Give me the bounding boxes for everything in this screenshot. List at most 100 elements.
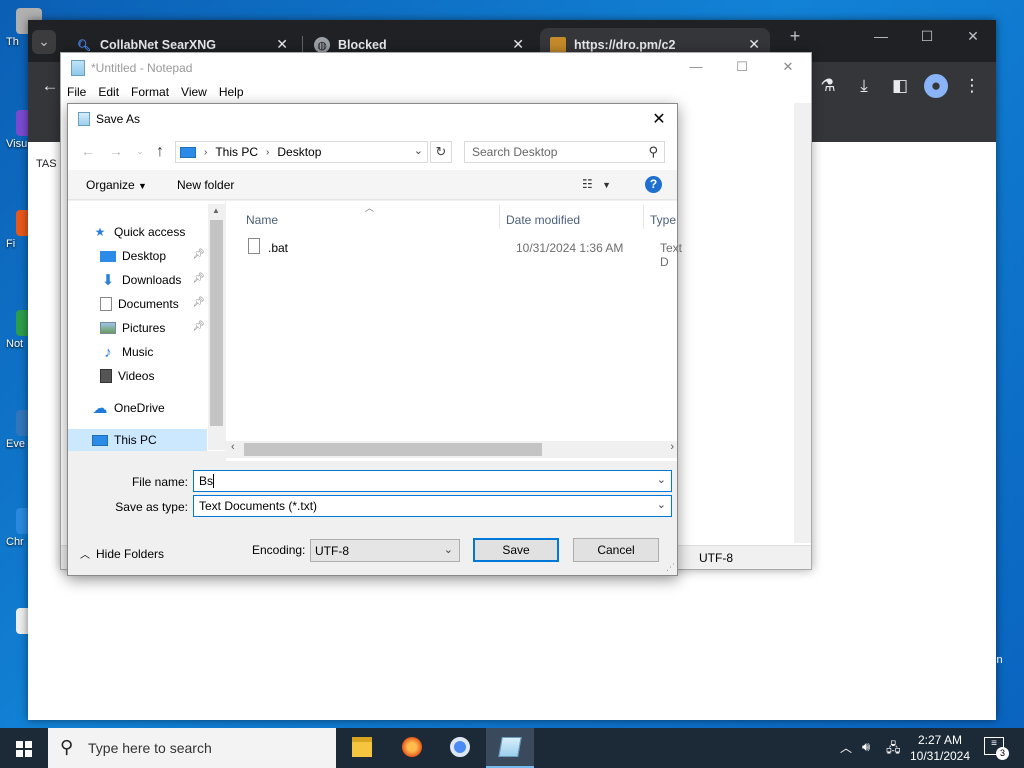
scroll-up-icon[interactable]: ▲: [212, 206, 220, 215]
chevron-down-icon[interactable]: ⌄: [657, 473, 666, 486]
sort-ascending-icon: ︿: [365, 203, 375, 213]
file-name-field[interactable]: Bs ⌄: [193, 470, 672, 492]
hide-folders-button[interactable]: ︿ Hide Folders: [80, 546, 164, 561]
chevron-down-icon: ▼: [602, 180, 612, 190]
dialog-titlebar: Save As ✕: [68, 104, 677, 134]
taskbar-file-explorer[interactable]: [338, 728, 386, 768]
text-file-icon: [248, 238, 260, 254]
column-type[interactable]: Type: [650, 213, 676, 227]
chevron-down-icon: ▼: [138, 181, 147, 191]
encoding-select[interactable]: UTF-8 ⌄: [310, 539, 460, 562]
details-view-icon: ☷: [582, 177, 593, 191]
profile-icon[interactable]: ●: [924, 74, 948, 98]
notification-count: 3: [996, 747, 1009, 760]
save-button[interactable]: Save: [473, 538, 559, 562]
notepad-icon: [498, 737, 522, 757]
close-button[interactable]: ✕: [950, 28, 996, 45]
horizontal-scrollbar[interactable]: ‹ ›: [226, 441, 677, 458]
nav-pictures[interactable]: Pictures 📌︎: [68, 317, 207, 339]
help-button[interactable]: ?: [645, 176, 662, 193]
recent-locations-icon[interactable]: ⌄: [130, 146, 150, 164]
save-as-dialog: Save As ✕ ← → ⌄ ↑ › This PC › Desktop ⌄ …: [67, 103, 682, 576]
column-divider[interactable]: [643, 205, 644, 229]
menu-view[interactable]: View: [181, 83, 213, 103]
new-folder-button[interactable]: New folder: [177, 178, 234, 192]
close-icon[interactable]: ✕: [649, 109, 669, 129]
nav-this-pc[interactable]: This PC: [68, 429, 207, 451]
pin-icon: 📌︎: [192, 273, 205, 284]
notification-center-icon[interactable]: ≡ 3: [984, 737, 1009, 760]
nav-onedrive[interactable]: ☁ OneDrive: [68, 397, 207, 419]
nav-music[interactable]: ♪ Music: [68, 341, 207, 363]
scroll-thumb[interactable]: [210, 220, 223, 426]
network-icon[interactable]: 🖧: [886, 739, 901, 761]
nav-documents[interactable]: Documents 📌︎: [68, 293, 207, 315]
file-row[interactable]: .bat 10/31/2024 1:36 AM Text D: [240, 238, 682, 269]
up-arrow-icon[interactable]: ↑: [150, 143, 170, 161]
maximize-button[interactable]: ☐: [904, 28, 950, 45]
download-icon[interactable]: ⤓: [852, 74, 876, 98]
nav-scrollbar[interactable]: ▲: [208, 204, 225, 450]
back-icon[interactable]: ←: [78, 143, 98, 161]
taskbar-firefox[interactable]: [388, 728, 436, 768]
tab-search-button[interactable]: ⌄: [32, 30, 56, 54]
nav-quick-access[interactable]: ★ Quick access: [68, 221, 207, 243]
start-button[interactable]: [0, 728, 48, 768]
organize-button[interactable]: Organize ▼: [86, 178, 147, 192]
refresh-button[interactable]: ↻: [430, 141, 452, 163]
new-tab-button[interactable]: +: [772, 26, 818, 47]
column-divider[interactable]: [499, 205, 500, 229]
nav-desktop[interactable]: Desktop 📌︎: [68, 245, 207, 267]
search-input[interactable]: Search Desktop ⚲: [464, 141, 665, 163]
vertical-scrollbar[interactable]: [794, 103, 811, 543]
menu-format[interactable]: Format: [131, 83, 175, 103]
breadcrumb-desktop[interactable]: Desktop: [277, 145, 321, 159]
menu-file[interactable]: File: [67, 83, 92, 103]
column-date-modified[interactable]: Date modified: [506, 213, 580, 227]
breadcrumb-this-pc[interactable]: This PC: [215, 145, 258, 159]
taskbar-search[interactable]: ⚲ Type here to search: [48, 728, 336, 768]
minimize-button[interactable]: —: [673, 59, 719, 74]
search-icon: ⚲: [60, 737, 74, 757]
command-bar: Organize ▼ New folder ☷ ▼ ?: [68, 170, 677, 200]
back-icon[interactable]: ←: [38, 74, 62, 98]
computer-icon: [92, 434, 108, 446]
clock[interactable]: 2:27 AM 10/31/2024: [906, 732, 974, 764]
notepad-icon: [71, 60, 85, 76]
minimize-button[interactable]: —: [858, 28, 904, 44]
close-button[interactable]: ✕: [765, 59, 811, 75]
show-hidden-icons[interactable]: ︿: [840, 739, 852, 756]
save-as-type-select[interactable]: Text Documents (*.txt) ⌄: [193, 495, 672, 517]
side-panel-icon[interactable]: ◧: [888, 74, 912, 98]
videos-folder-icon: [100, 369, 112, 383]
cloud-icon: ☁: [92, 400, 108, 417]
taskbar-chrome[interactable]: [436, 728, 484, 768]
page-text: TAS: [36, 158, 57, 170]
taskbar-notepad[interactable]: [486, 728, 534, 768]
scroll-right-icon[interactable]: ›: [670, 441, 674, 453]
forward-icon[interactable]: →: [106, 143, 126, 161]
chevron-down-icon[interactable]: ⌄: [414, 144, 423, 157]
address-bar[interactable]: › This PC › Desktop ⌄: [175, 141, 428, 163]
scroll-thumb[interactable]: [244, 443, 542, 456]
close-tab-icon[interactable]: ✕: [512, 36, 524, 53]
menu-edit[interactable]: Edit: [98, 83, 125, 103]
resize-grip-icon[interactable]: ⋰: [666, 562, 675, 573]
cancel-button[interactable]: Cancel: [573, 538, 659, 562]
close-tab-icon[interactable]: ✕: [276, 36, 288, 53]
menu-icon[interactable]: ⋮: [960, 74, 984, 98]
chevron-down-icon[interactable]: ⌄: [657, 498, 666, 511]
menu-help[interactable]: Help: [219, 83, 250, 103]
computer-icon: [180, 146, 196, 158]
close-tab-icon[interactable]: ✕: [748, 36, 760, 53]
change-view-button[interactable]: ☷ ▼: [582, 177, 611, 191]
volume-icon[interactable]: 🔊︎: [862, 739, 870, 755]
nav-videos[interactable]: Videos: [68, 365, 207, 387]
nav-downloads[interactable]: ⬇ Downloads 📌︎: [68, 269, 207, 291]
maximize-button[interactable]: ☐: [719, 59, 765, 75]
file-name-label: File name:: [131, 475, 188, 489]
chevron-down-icon: ⌄: [443, 544, 453, 556]
labs-icon[interactable]: ⚗: [816, 74, 840, 98]
column-name[interactable]: Name: [246, 213, 278, 227]
scroll-left-icon[interactable]: ‹: [231, 441, 235, 453]
